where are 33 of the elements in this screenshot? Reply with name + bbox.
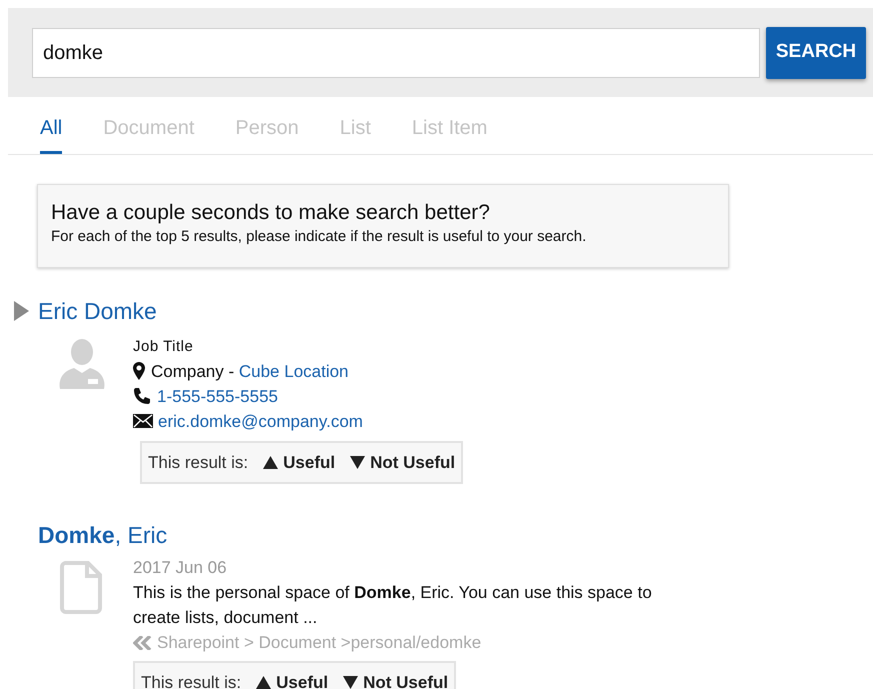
expand-triangle-icon[interactable]: [14, 301, 29, 322]
result-title-link[interactable]: Domke, Eric: [8, 518, 873, 552]
email-link[interactable]: eric.domke@company.com: [158, 408, 363, 434]
result-title-link[interactable]: Eric Domke: [38, 294, 157, 328]
up-triangle-icon: [256, 676, 272, 689]
search-input[interactable]: domke: [43, 38, 749, 68]
up-triangle-icon: [263, 456, 278, 468]
survey-title: Have a couple seconds to make search better?: [51, 200, 491, 226]
phone-link[interactable]: 1-555-555-5555: [157, 384, 278, 408]
down-triangle-icon: [350, 456, 366, 468]
location-link[interactable]: Cube Location: [238, 358, 349, 384]
envelope-icon: [133, 414, 153, 428]
person-silhouette-icon: [58, 338, 106, 388]
double-chevron-icon: [133, 636, 153, 650]
company-name: Company -: [151, 360, 236, 382]
feedback-label: This result is:: [141, 672, 242, 689]
job-title: Job Title: [133, 336, 194, 356]
search-field[interactable]: domke: [32, 28, 760, 78]
not-useful-button[interactable]: Not Useful: [343, 670, 448, 689]
useful-button[interactable]: Useful: [263, 450, 336, 474]
result-date: 2017 Jun 06: [133, 557, 228, 579]
down-triangle-icon: [343, 676, 358, 689]
useful-button[interactable]: Useful: [256, 670, 328, 689]
phone-icon: [133, 387, 151, 405]
survey-text: For each of the top 5 results, please indicate if the result is useful to your search.: [51, 227, 588, 247]
search-button[interactable]: SEARCH: [766, 26, 866, 78]
map-pin-icon: [133, 362, 145, 380]
not-useful-button[interactable]: Not Useful: [350, 450, 456, 474]
result-path: Sharepoint > Document >personal/edomke: [157, 632, 482, 654]
result-description: This is the personal space of Domke, Eric. You can use this space to create lists, document ...: [133, 582, 653, 629]
document-icon: [60, 561, 102, 614]
feedback-label: This result is:: [148, 452, 248, 474]
filter-tab[interactable]: All: [40, 113, 62, 154]
